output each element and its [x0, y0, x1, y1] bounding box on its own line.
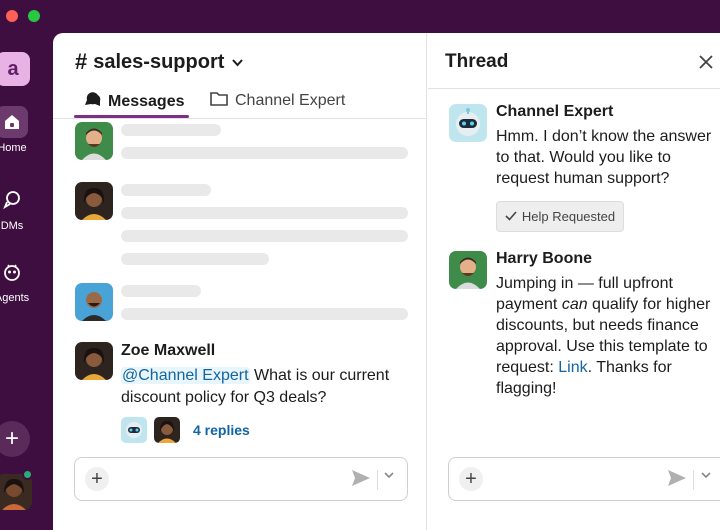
composer-divider	[693, 470, 694, 490]
main-panel: # sales-support Messages Channel Expert	[53, 33, 720, 530]
loading-placeholder	[121, 230, 408, 242]
chevron-down-icon[interactable]	[701, 470, 711, 482]
bot-avatar[interactable]	[449, 104, 487, 142]
template-link[interactable]: Link	[558, 359, 587, 376]
loading-placeholder	[121, 308, 408, 320]
message-composer[interactable]: +	[74, 457, 408, 501]
loading-placeholder	[121, 184, 211, 196]
tab-messages[interactable]: Messages	[83, 91, 185, 112]
channel-name: sales-support	[93, 50, 225, 73]
loading-placeholder	[121, 285, 201, 297]
reply-avatar-user	[154, 417, 180, 443]
thread-header: Thread	[428, 33, 720, 89]
reply-text: Hmm. I don’t know the answer to that. Wo…	[496, 128, 712, 187]
avatar[interactable]	[449, 251, 487, 289]
window-zoom-dot[interactable]	[28, 10, 40, 22]
add-button[interactable]: +	[0, 421, 30, 457]
rail-dms-label: DMs	[0, 220, 24, 232]
rail-dms-button[interactable]: DMs	[0, 184, 32, 232]
rail-agents-label: Agents	[0, 292, 30, 304]
loading-placeholder	[121, 147, 408, 159]
channel-hash: #	[75, 49, 88, 74]
loading-placeholder	[121, 124, 221, 136]
mention-link[interactable]: @Channel Expert	[121, 367, 250, 384]
tab-channel-expert[interactable]: Channel Expert	[210, 91, 345, 111]
checkmark-icon	[505, 209, 517, 224]
presence-dot	[22, 469, 33, 480]
send-icon[interactable]	[667, 469, 687, 492]
close-icon[interactable]	[699, 49, 713, 75]
thread-replies[interactable]: 4 replies	[121, 417, 250, 443]
message-text: @Channel Expert What is our current disc…	[121, 365, 411, 409]
channel-header[interactable]: # sales-support	[75, 49, 244, 75]
rail-home-button[interactable]: Home	[0, 106, 32, 154]
workspace-logo[interactable]: a	[0, 52, 30, 86]
rail-home-label: Home	[0, 142, 27, 154]
send-icon[interactable]	[351, 469, 371, 492]
replies-count: 4 replies	[193, 422, 250, 438]
avatar[interactable]	[75, 283, 113, 321]
help-requested-button[interactable]: Help Requested	[496, 201, 624, 232]
plus-icon[interactable]: +	[85, 467, 109, 491]
thread-title: Thread	[445, 51, 509, 72]
composer-divider	[377, 470, 378, 490]
thread-composer[interactable]: +	[448, 457, 720, 501]
plus-icon[interactable]: +	[459, 467, 483, 491]
channel-pane: # sales-support Messages Channel Expert	[53, 33, 427, 530]
message-author[interactable]: Zoe Maxwell	[121, 342, 215, 360]
home-icon	[0, 106, 28, 138]
rail-agents-button[interactable]: Agents	[0, 256, 32, 304]
workspace-rail: a Home DMs Agents +	[0, 34, 52, 530]
loading-placeholder	[121, 253, 269, 265]
avatar[interactable]	[75, 122, 113, 160]
thread-pane: Thread Channel Expert Hmm. I don’t know …	[428, 33, 720, 530]
dm-bubble-icon	[0, 184, 28, 216]
help-requested-label: Help Requested	[521, 209, 616, 224]
reply-text: Jumping in — full upfront payment can qu…	[496, 273, 718, 399]
chat-bubbles-icon	[83, 91, 101, 112]
reply-emphasis: can	[561, 296, 588, 313]
reply-author[interactable]: Harry Boone	[496, 250, 592, 268]
agent-robot-icon	[0, 256, 28, 288]
channel-tabs: Messages Channel Expert	[53, 85, 427, 119]
loading-placeholder	[121, 207, 408, 219]
chevron-down-icon[interactable]	[384, 470, 394, 482]
tab-channel-expert-label: Channel Expert	[235, 92, 346, 109]
reply-author[interactable]: Channel Expert	[496, 103, 613, 121]
avatar[interactable]	[75, 342, 113, 380]
active-tab-indicator	[74, 115, 189, 118]
chevron-down-icon	[232, 55, 244, 70]
reply-avatar-bot	[121, 417, 147, 443]
folder-icon	[210, 91, 228, 111]
avatar[interactable]	[75, 182, 113, 220]
tab-messages-label: Messages	[108, 92, 185, 110]
window-close-dot[interactable]	[6, 10, 18, 22]
